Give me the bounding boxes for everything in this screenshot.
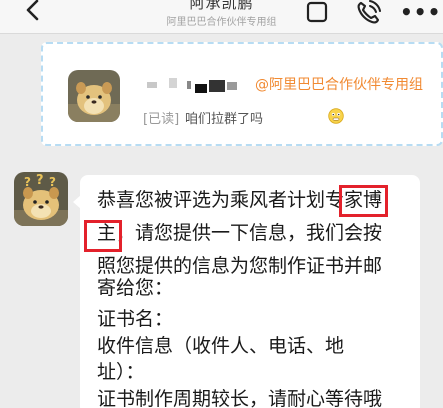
message-line: 寄给您： <box>97 277 174 299</box>
emoji-icon <box>328 108 344 124</box>
pinned-avatar <box>68 70 120 122</box>
top-bar: 阿承凯鹏 阿里巴巴合作伙伴专用组 ••• <box>0 0 443 34</box>
phone-icon[interactable] <box>355 0 381 26</box>
read-status: [已读] <box>143 112 180 127</box>
highlight-box <box>339 185 388 217</box>
pinned-mention[interactable]: @阿里巴巴合作伙伴专用组 <box>255 74 423 94</box>
sender-name-redacted <box>147 78 237 93</box>
message-bubble[interactable]: 恭喜您被评选为乘风者计划专家博 主，请您提供一下信息，我们会按 照您提供的信息为… <box>73 175 420 408</box>
dog-avatar-image: ? ? ? <box>14 172 68 226</box>
message-line: 证书名： <box>97 308 174 330</box>
pinned-text: 咱们拉群了吗 <box>185 112 264 127</box>
window-icon[interactable] <box>305 1 329 25</box>
svg-text:?: ? <box>49 175 56 189</box>
message-line: 主，请您提供一下信息，我们会按 <box>97 222 383 244</box>
message-line: 证书制作周期较长，请耐心等待哦 <box>97 388 383 408</box>
bubble-tail <box>73 195 81 209</box>
svg-text:?: ? <box>24 175 31 189</box>
svg-text:?: ? <box>36 173 44 188</box>
highlight-box <box>84 220 122 252</box>
more-icon[interactable]: ••• <box>400 2 441 22</box>
pinned-message-card[interactable]: @阿里巴巴合作伙伴专用组 [已读] 咱们拉群了吗 <box>41 42 443 146</box>
message-line: 址）： <box>97 361 145 383</box>
sender-avatar[interactable]: ? ? ? <box>14 172 68 226</box>
dog-avatar-image <box>68 70 120 122</box>
message-line: 收件信息（收件人、电话、地 <box>97 335 345 357</box>
